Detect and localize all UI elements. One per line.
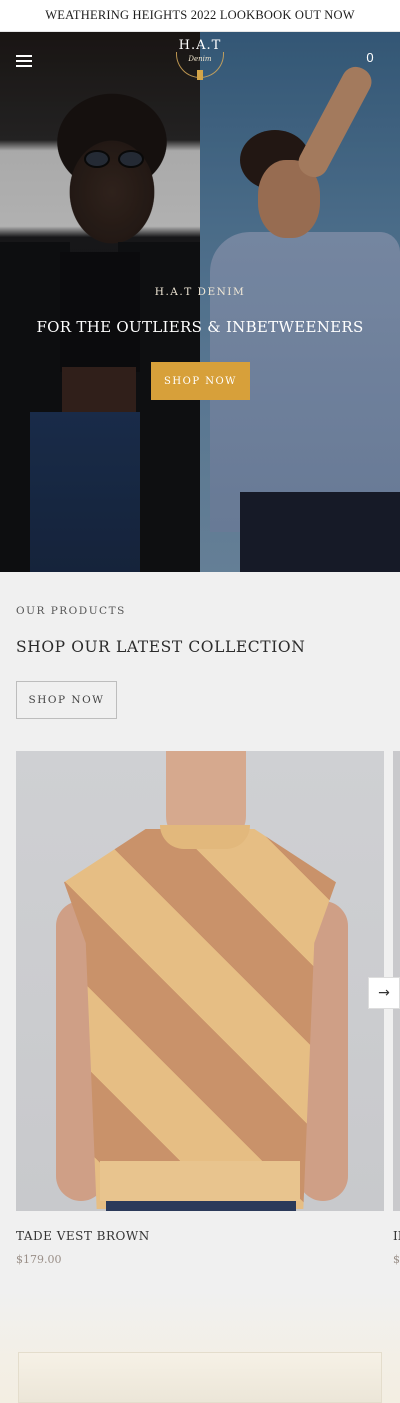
hamburger-icon[interactable] (16, 55, 34, 67)
carousel-next-button[interactable]: → (368, 977, 400, 1009)
hero-kicker: H.A.T DENIM (154, 286, 246, 298)
products-title: SHOP OUR LATEST COLLECTION (16, 638, 306, 656)
product-card[interactable]: TADE VEST BROWN $179.00 (16, 751, 384, 1271)
hero-shop-now-button[interactable]: SHOP NOW (151, 362, 250, 400)
product-price: $179.00 (16, 1253, 62, 1266)
hero-overlay (0, 32, 400, 572)
crest-icon (197, 70, 203, 80)
announcement-bar[interactable]: WEATHERING HEIGHTS 2022 LOOKBOOK OUT NOW (0, 0, 400, 32)
next-product-price: $ (393, 1253, 400, 1266)
next-section-image (18, 1352, 382, 1403)
arrow-right-icon: → (378, 985, 390, 1001)
hero-heading: FOR THE OUTLIERS & INBETWEENERS (36, 318, 364, 336)
products-kicker: OUR PRODUCTS (16, 605, 126, 617)
next-product-name[interactable]: IF (393, 1229, 400, 1243)
cart-button[interactable]: 0 (362, 50, 378, 68)
announcement-text[interactable]: WEATHERING HEIGHTS 2022 LOOKBOOK OUT NOW (45, 8, 354, 23)
product-name[interactable]: TADE VEST BROWN (16, 1229, 150, 1243)
product-image[interactable] (16, 751, 384, 1211)
products-shop-now-button[interactable]: SHOP NOW (16, 681, 117, 719)
cart-count: 0 (366, 50, 374, 65)
hero-banner (0, 32, 400, 572)
site-logo[interactable]: H.A.T Denim (170, 38, 230, 80)
